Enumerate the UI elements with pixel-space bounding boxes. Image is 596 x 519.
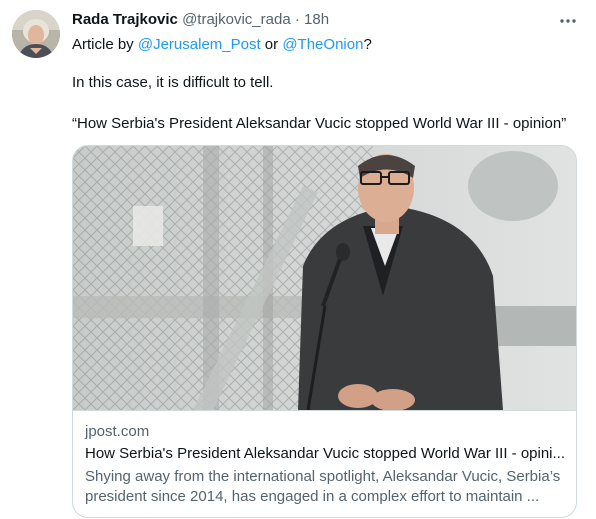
card-domain: jpost.com bbox=[85, 423, 150, 440]
link-preview-card[interactable]: jpost.com How Serbia's President Aleksan… bbox=[72, 145, 577, 518]
article-photo-icon bbox=[73, 146, 576, 410]
avatar[interactable] bbox=[12, 10, 60, 58]
tweet-text-quote: “How Serbia's President Aleksandar Vucic… bbox=[72, 115, 567, 132]
tweet-header: Rada Trajkovic @trajkovic_rada · 18h bbox=[72, 11, 546, 33]
mention-the-onion[interactable]: @TheOnion bbox=[282, 36, 363, 53]
mention-jerusalem-post[interactable]: @Jerusalem_Post bbox=[138, 36, 261, 53]
card-divider bbox=[73, 410, 576, 411]
text-prefix: Article by bbox=[72, 36, 138, 53]
separator-dot: · bbox=[294, 11, 300, 28]
tweet[interactable]: Rada Trajkovic @trajkovic_rada · 18h Art… bbox=[0, 0, 596, 519]
card-description-line-2: president since 2014, has engaged in a c… bbox=[85, 488, 540, 505]
tweet-timestamp[interactable]: 18h bbox=[304, 11, 329, 28]
tweet-text-line-2: In this case, it is difficult to tell. bbox=[72, 74, 274, 91]
card-description: Shying away from the international spotl… bbox=[85, 467, 569, 507]
text-suffix: ? bbox=[363, 36, 372, 53]
avatar-photo-icon bbox=[12, 10, 60, 58]
author-display-name[interactable]: Rada Trajkovic bbox=[72, 11, 178, 28]
author-handle[interactable]: @trajkovic_rada bbox=[182, 11, 291, 28]
more-options-button[interactable] bbox=[555, 10, 581, 32]
card-title[interactable]: How Serbia's President Aleksandar Vucic … bbox=[85, 445, 567, 462]
tweet-text-line-1: Article by @Jerusalem_Post or @TheOnion? bbox=[72, 35, 372, 55]
card-image[interactable] bbox=[73, 146, 576, 410]
card-description-line-1: Shying away from the international spotl… bbox=[85, 468, 561, 485]
more-horizontal-icon bbox=[560, 19, 576, 23]
text-middle: or bbox=[260, 36, 283, 53]
